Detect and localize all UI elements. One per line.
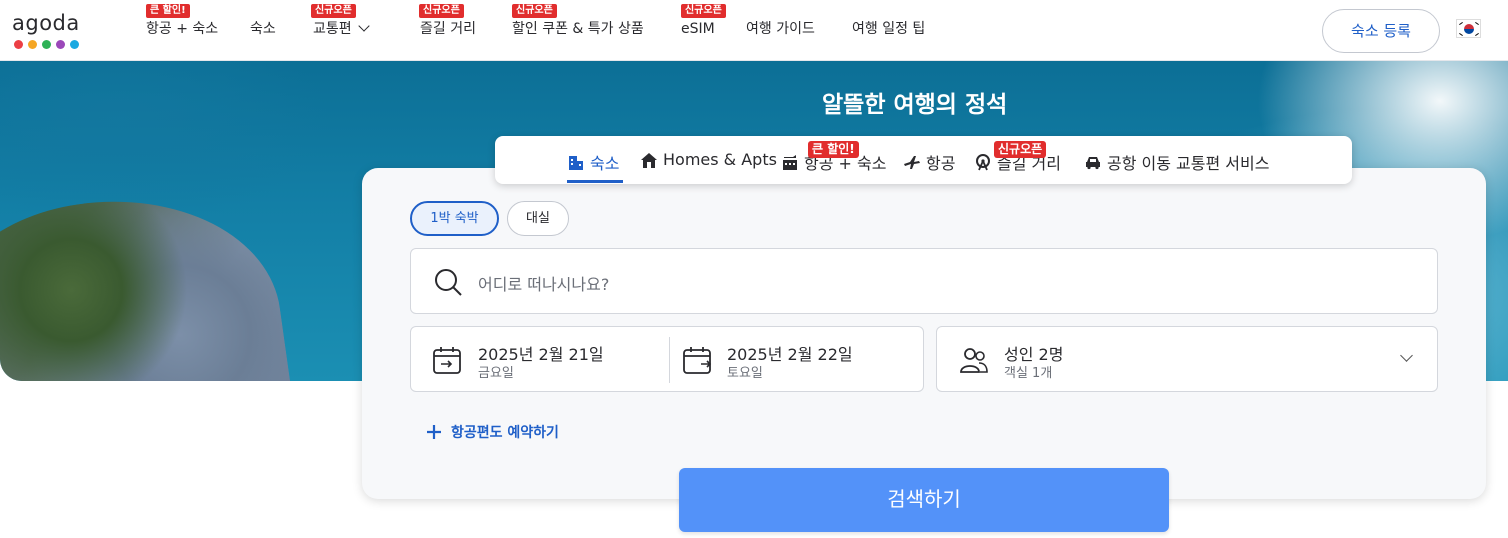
date-divider: [669, 337, 670, 383]
nav-badge-big-sale: 큰 할인!: [146, 4, 190, 18]
date-range-field[interactable]: 2025년 2월 21일 금요일 2025년 2월 22일 토요일: [410, 326, 924, 392]
tab-flights[interactable]: 항공: [903, 150, 955, 174]
chevron-down-icon: [357, 20, 370, 32]
tab-airport-transfer-label: 공항 이동 교통편 서비스: [1107, 154, 1270, 173]
ferris-wheel-icon: [976, 154, 990, 171]
nav-item-flight-hotel[interactable]: 항공 + 숙소: [146, 20, 218, 38]
agoda-logo[interactable]: agoda: [12, 12, 88, 52]
nav-item-activities[interactable]: 즐길 거리: [420, 20, 476, 38]
nav-badge-new: 신규오픈: [311, 4, 356, 18]
checkin-calendar-icon: [433, 347, 461, 374]
nav-item-travel-guide[interactable]: 여행 가이드: [746, 20, 815, 38]
stay-type-dayuse-button[interactable]: 대실: [507, 201, 569, 236]
tab-activities[interactable]: 신규오픈 즐길 거리: [974, 141, 1061, 174]
tab-hotels-label: 숙소: [590, 154, 620, 173]
checkin-weekday: 금요일: [478, 366, 514, 381]
nav-badge-new: 신규오픈: [419, 4, 464, 18]
logo-wordmark: agoda: [12, 11, 80, 35]
logo-dot-purple: [56, 40, 65, 49]
add-flight-link[interactable]: 항공편도 예약하기: [426, 422, 559, 442]
home-icon: [641, 152, 657, 168]
destination-search-field[interactable]: 어디로 떠나시나요?: [410, 248, 1438, 314]
hero-title: 알뜰한 여행의 정석: [822, 92, 1008, 118]
nav-item-transport[interactable]: 교통편: [313, 20, 370, 38]
tab-badge-big-sale: 큰 할인!: [808, 141, 859, 158]
nav-item-esim[interactable]: eSIM: [681, 20, 715, 38]
logo-dot-blue: [70, 40, 79, 49]
checkout-calendar-icon: [683, 347, 712, 374]
nav-item-hotels[interactable]: 숙소: [250, 20, 276, 38]
tab-homes-apts[interactable]: Homes & Apts: [640, 150, 777, 169]
search-icon: [435, 269, 462, 296]
logo-dot-red: [14, 40, 23, 49]
add-flight-label: 항공편도 예약하기: [451, 425, 559, 441]
tab-homes-apts-label: Homes & Apts: [663, 150, 777, 169]
guests-icon: [960, 348, 988, 373]
list-property-button[interactable]: 숙소 등록: [1322, 9, 1440, 53]
destination-search-input[interactable]: 어디로 떠나시나요?: [478, 271, 609, 295]
nav-item-itinerary-tips[interactable]: 여행 일정 팁: [852, 20, 925, 38]
chevron-down-icon: [1400, 349, 1413, 362]
nav-item-deals[interactable]: 할인 쿠폰 & 특가 상품: [512, 20, 644, 38]
airplane-icon: [904, 156, 920, 169]
search-button[interactable]: 검색하기: [679, 468, 1169, 532]
tab-airport-transfer[interactable]: 공항 이동 교통편 서비스: [1084, 150, 1269, 174]
korea-flag-icon[interactable]: [1456, 19, 1481, 38]
tab-badge-new: 신규오픈: [994, 141, 1047, 158]
rooms-count: 객실 1개: [1004, 366, 1053, 381]
tab-flight-hotel[interactable]: 큰 할인! 항공 + 숙소: [781, 141, 886, 174]
flight-hotel-icon: [783, 155, 797, 170]
guests-rooms-field[interactable]: 성인 2명 객실 1개: [936, 326, 1438, 392]
top-navigation-bar: agoda 큰 할인! 항공 + 숙소 숙소 신규오픈 교통편 신규오픈 즐길 …: [0, 0, 1508, 61]
hero-island-image: [0, 178, 296, 381]
checkout-weekday: 토요일: [727, 366, 763, 381]
plus-icon: [427, 425, 441, 439]
hotel-icon: [569, 156, 583, 170]
logo-dots: [14, 40, 88, 49]
tab-flights-label: 항공: [926, 154, 956, 173]
nav-badge-new: 신규오픈: [681, 4, 726, 18]
logo-dot-green: [42, 40, 51, 49]
nav-item-transport-label: 교통편: [313, 21, 352, 37]
product-tabs: 숙소 Homes & Apts 큰 할인! 항공 + 숙소 항공 신규오픈 즐길…: [495, 136, 1352, 184]
search-panel: 1박 숙박 대실 어디로 떠나시나요? 2025년 2월 21일 금요일 202…: [362, 168, 1486, 499]
tab-hotels[interactable]: 숙소: [567, 150, 619, 174]
active-tab-indicator: [567, 180, 623, 183]
car-icon: [1086, 157, 1100, 170]
logo-dot-orange: [28, 40, 37, 49]
stay-type-overnight-button[interactable]: 1박 숙박: [410, 201, 499, 236]
nav-badge-new: 신규오픈: [512, 4, 557, 18]
